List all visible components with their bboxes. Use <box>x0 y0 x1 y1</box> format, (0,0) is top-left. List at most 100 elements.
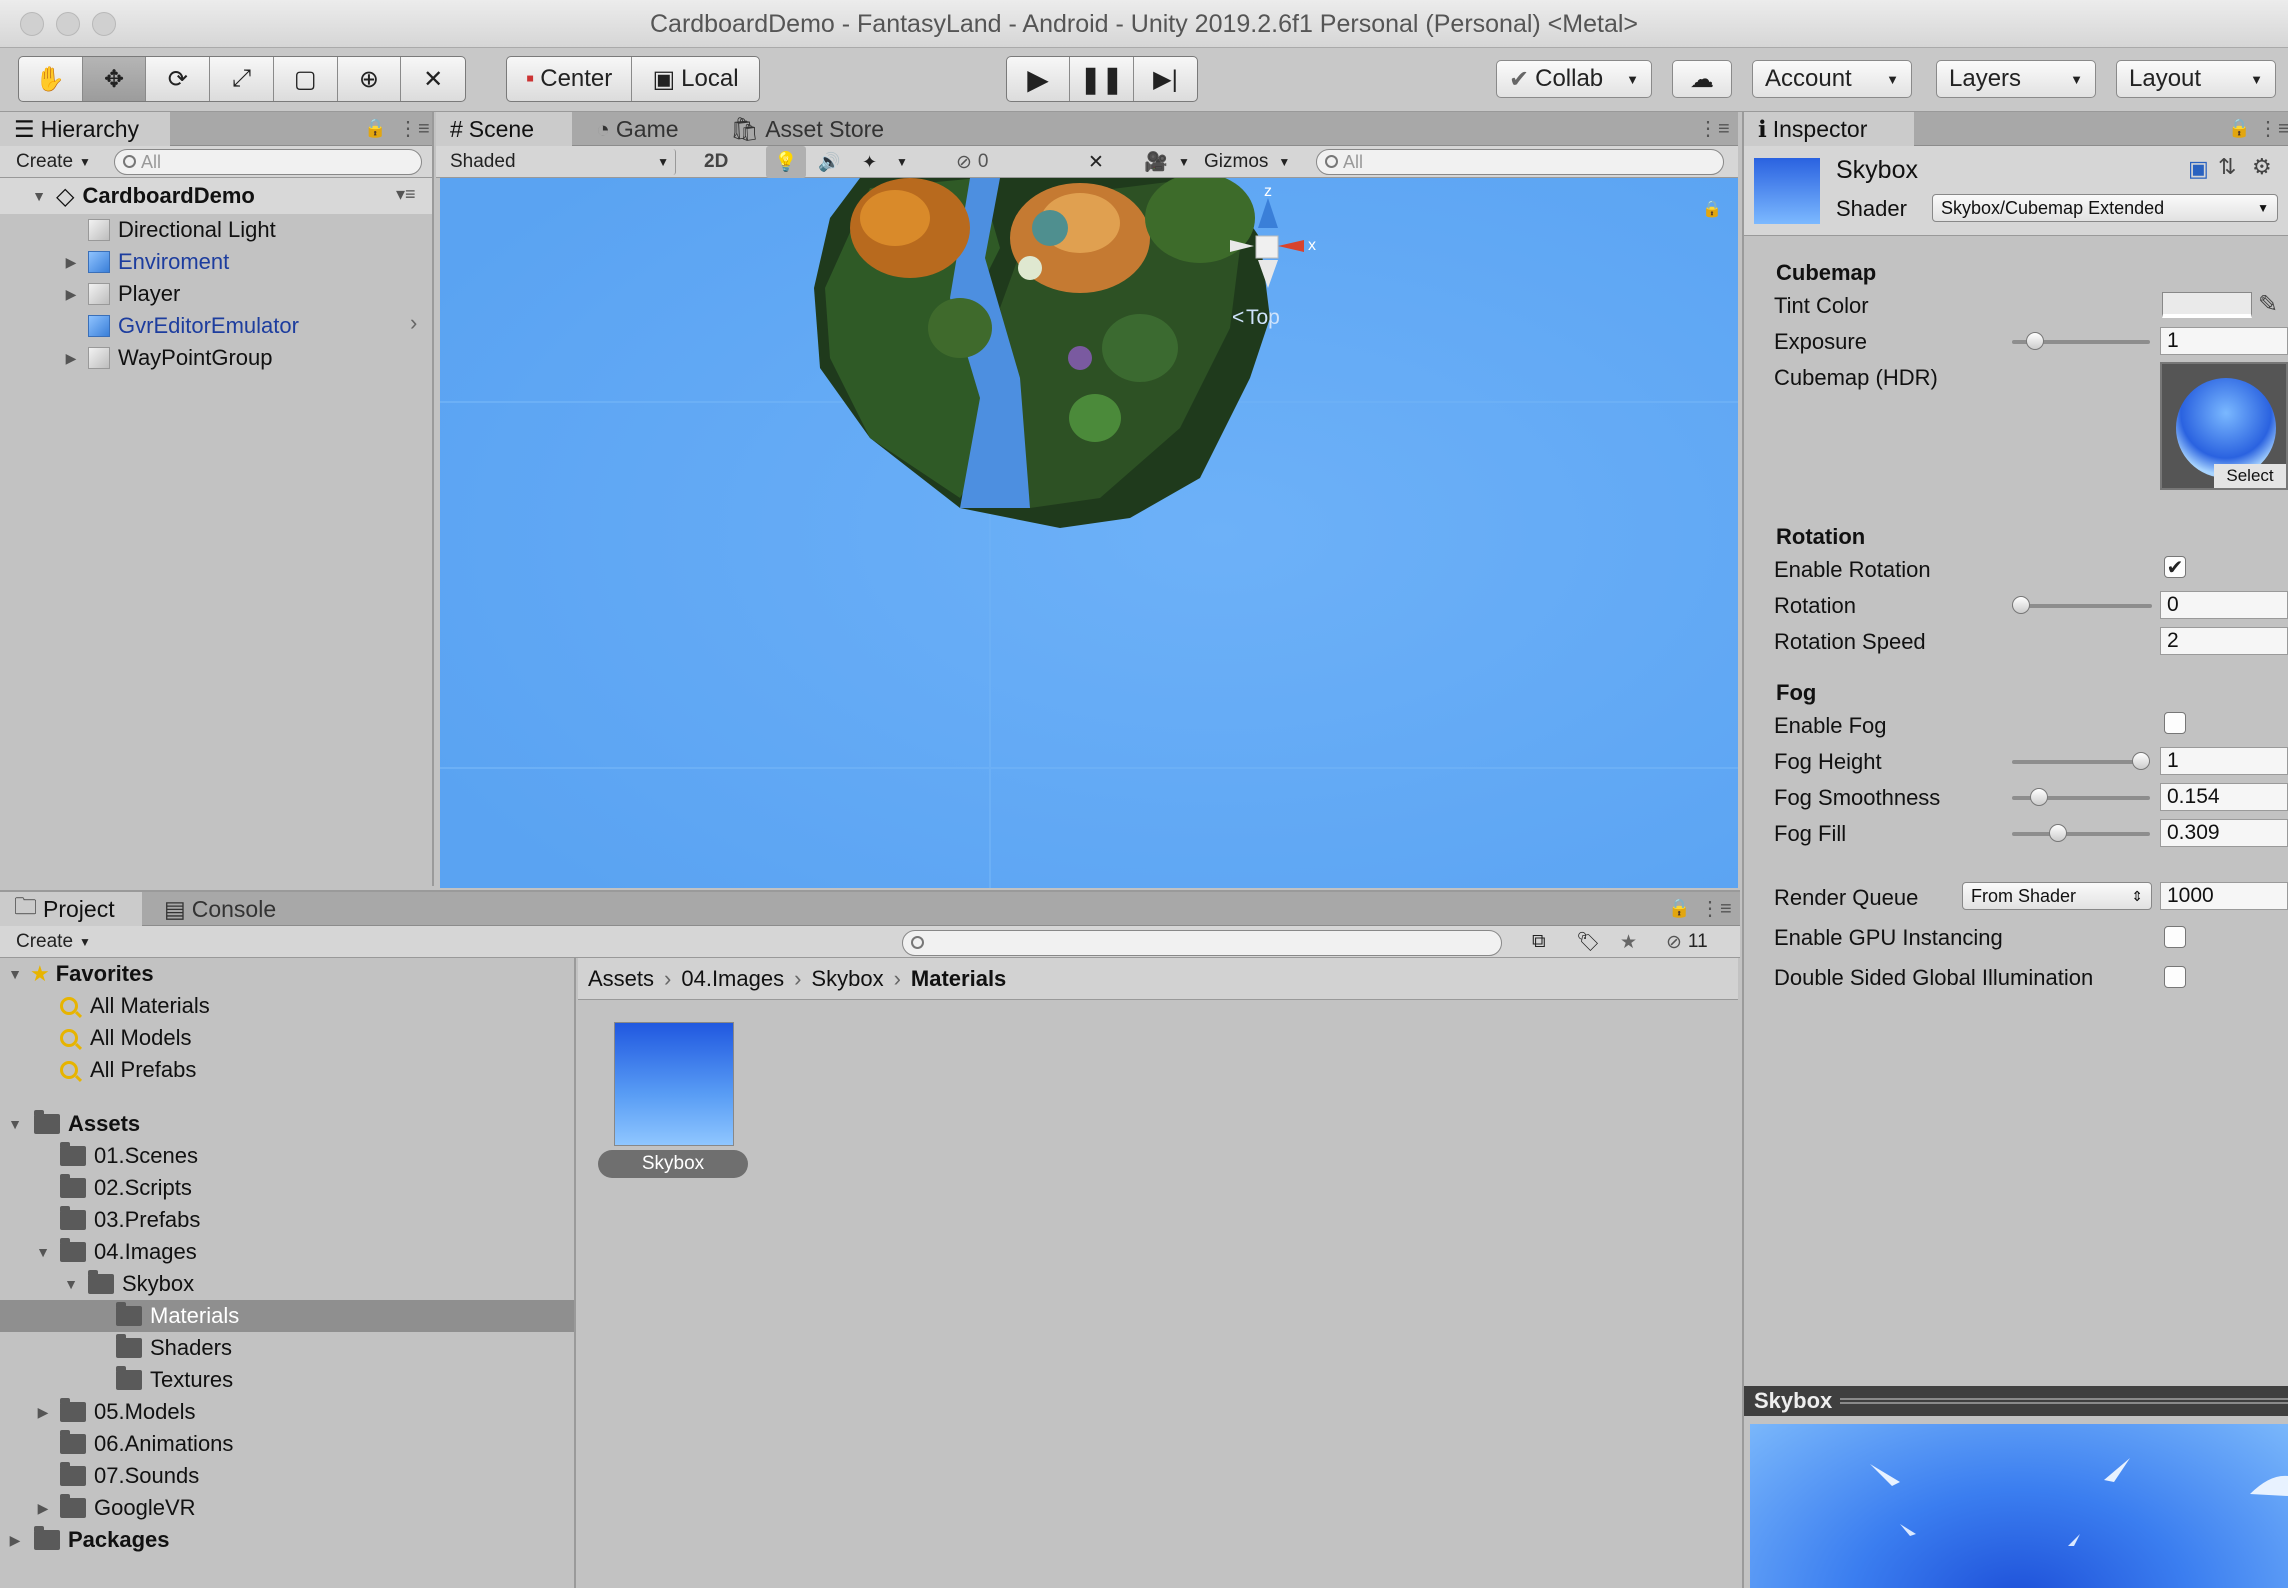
fog-height-field[interactable]: 1 <box>2160 747 2288 775</box>
tree-shaders[interactable]: Shaders <box>116 1332 232 1364</box>
expand-triangle-icon[interactable]: ▼ <box>30 188 48 204</box>
tree-06-animations[interactable]: 06.Animations <box>60 1428 233 1460</box>
breadcrumb-skybox[interactable]: Skybox <box>811 966 883 992</box>
tree-favorites[interactable]: ▼ ★ Favorites <box>6 958 154 990</box>
panel-menu-icon[interactable]: ⋮≡ <box>1700 896 1732 921</box>
hierarchy-search-input[interactable]: All <box>114 149 422 175</box>
hand-tool-icon[interactable]: ✋ <box>19 57 83 101</box>
tree-textures[interactable]: Textures <box>116 1364 233 1396</box>
rotation-field[interactable]: 0 <box>2160 591 2288 619</box>
transform-tool-icon[interactable]: ⊕ <box>338 57 402 101</box>
tab-project[interactable]: 🗀 Project <box>0 892 142 926</box>
panel-menu-icon[interactable]: ⋮≡ <box>398 116 430 141</box>
gpu-instancing-checkbox[interactable] <box>2164 926 2186 948</box>
account-dropdown[interactable]: Account ▼ <box>1752 60 1912 98</box>
render-queue-dropdown[interactable]: From Shader ⇕ <box>1962 882 2152 910</box>
pivot-mode-button[interactable]: ▪ Center <box>507 57 633 101</box>
panel-menu-icon[interactable]: ⋮≡ <box>2258 116 2288 141</box>
tree-all-prefabs[interactable]: All Prefabs <box>60 1054 196 1086</box>
hierarchy-item-gvreditoremulator[interactable]: GvrEditorEmulator <box>88 310 299 342</box>
scene-viewport[interactable]: z x Top < 🔒 <box>440 178 1738 888</box>
filter-by-type-icon[interactable]: ⧉ <box>1526 929 1552 955</box>
tab-asset-store[interactable]: 🛍 Asset Store <box>716 112 898 146</box>
cubemap-slot[interactable]: Select <box>2160 362 2288 490</box>
breadcrumb-materials[interactable]: Materials <box>911 966 1006 992</box>
skybox-preview[interactable] <box>1750 1424 2288 1588</box>
expand-triangle-icon[interactable]: ▶ <box>34 1404 52 1421</box>
scale-tool-icon[interactable]: ⤢ <box>210 57 274 101</box>
step-icon[interactable]: ▶| <box>1134 57 1197 101</box>
layers-dropdown[interactable]: Layers ▼ <box>1936 60 2096 98</box>
hidden-packages-button[interactable]: ⊘ 11 <box>1660 929 1714 955</box>
tree-01-scenes[interactable]: 01.Scenes <box>60 1140 198 1172</box>
expand-triangle-icon[interactable]: ▶ <box>62 254 80 271</box>
lock-icon[interactable]: 🔒 <box>1668 898 1690 919</box>
help-icon[interactable]: ▣ <box>2188 156 2209 182</box>
tree-packages[interactable]: ▶ Packages <box>6 1524 170 1556</box>
expand-triangle-icon[interactable]: ▼ <box>34 1244 52 1260</box>
slider-knob[interactable] <box>2049 824 2068 842</box>
gizmos-dropdown[interactable]: Gizmos ▼ <box>1198 149 1296 175</box>
enable-rotation-checkbox[interactable]: ✔ <box>2164 556 2186 579</box>
fog-fill-field[interactable]: 0.309 <box>2160 819 2288 847</box>
tree-skybox[interactable]: ▼ Skybox <box>62 1268 194 1300</box>
tree-materials-selected[interactable]: Materials <box>0 1300 574 1332</box>
hierarchy-item-enviroment[interactable]: ▶ Enviroment <box>62 246 230 278</box>
hidden-objects-button[interactable]: ⊘ 0 <box>950 149 995 175</box>
fog-fill-slider[interactable] <box>2012 824 2150 842</box>
double-sided-gi-checkbox[interactable] <box>2164 966 2186 988</box>
expand-triangle-icon[interactable]: ▼ <box>62 1276 80 1292</box>
effects-toggle-icon[interactable]: ✦ <box>856 149 883 175</box>
cubemap-select-button[interactable]: Select <box>2214 464 2286 488</box>
tint-color-swatch[interactable] <box>2162 292 2252 318</box>
tab-hierarchy[interactable]: ☰ Hierarchy <box>0 112 170 146</box>
eyedropper-icon[interactable]: ✎ <box>2258 290 2278 319</box>
tree-all-materials[interactable]: All Materials <box>60 990 210 1022</box>
exposure-field[interactable]: 1 <box>2160 327 2288 355</box>
fog-smoothness-field[interactable]: 0.154 <box>2160 783 2288 811</box>
chevron-down-icon[interactable]: ▼ <box>890 149 914 175</box>
expand-triangle-icon[interactable]: ▶ <box>62 350 80 367</box>
hierarchy-item-player[interactable]: ▶ Player <box>62 278 181 310</box>
breadcrumb-assets[interactable]: Assets <box>588 966 654 992</box>
fog-height-slider[interactable] <box>2012 752 2150 770</box>
expand-triangle-icon[interactable]: ▼ <box>6 1116 24 1132</box>
slider-knob[interactable] <box>2012 596 2030 614</box>
slider-knob[interactable] <box>2132 752 2150 770</box>
tree-02-scripts[interactable]: 02.Scripts <box>60 1172 192 1204</box>
panel-menu-icon[interactable]: ⋮≡ <box>1698 116 1730 141</box>
preset-icon[interactable]: ⇅ <box>2218 154 2236 180</box>
lock-icon[interactable]: 🔒 <box>2228 118 2250 139</box>
gear-icon[interactable]: ⚙ <box>2252 154 2272 180</box>
asset-skybox-material[interactable]: Skybox <box>598 1020 750 1180</box>
project-search-input[interactable] <box>902 930 1502 956</box>
scene-header-row[interactable]: ▼ ◇ CardboardDemo ▾≡ <box>0 178 432 214</box>
layout-dropdown[interactable]: Layout ▼ <box>2116 60 2276 98</box>
scene-root[interactable]: ▼ ◇ CardboardDemo <box>30 180 255 212</box>
favorite-star-icon[interactable]: ★ <box>1614 929 1643 955</box>
camera-icon[interactable]: 🎥 <box>1138 149 1174 175</box>
shader-dropdown[interactable]: Skybox/Cubemap Extended ▼ <box>1932 194 2278 222</box>
preview-drag-handle[interactable] <box>1840 1398 2288 1404</box>
play-icon[interactable]: ▶ <box>1007 57 1071 101</box>
tab-console[interactable]: ▤ Console <box>150 892 290 926</box>
hierarchy-item-directional-light[interactable]: Directional Light <box>88 214 276 246</box>
rect-tool-icon[interactable]: ▢ <box>274 57 338 101</box>
hierarchy-create-button[interactable]: Create ▼ <box>10 149 97 175</box>
lighting-toggle-icon[interactable]: 💡 <box>766 146 806 178</box>
project-create-button[interactable]: Create ▼ <box>10 929 97 955</box>
lock-icon[interactable]: 🔒 <box>364 118 386 139</box>
custom-tool-icon[interactable]: ✕ <box>401 57 465 101</box>
viewport-lock-icon[interactable]: 🔒 <box>1702 200 1722 218</box>
hierarchy-item-waypointgroup[interactable]: ▶ WayPointGroup <box>62 342 273 374</box>
tab-scene[interactable]: # Scene <box>436 112 572 146</box>
tree-all-models[interactable]: All Models <box>60 1022 191 1054</box>
tools-icon[interactable]: ✕ <box>1082 149 1110 175</box>
chevron-right-icon[interactable]: › <box>410 310 417 336</box>
breadcrumb-04-images[interactable]: 04.Images <box>681 966 784 992</box>
tree-04-images[interactable]: ▼ 04.Images <box>34 1236 197 1268</box>
audio-toggle-icon[interactable]: 🔊 <box>812 149 846 175</box>
tree-03-prefabs[interactable]: 03.Prefabs <box>60 1204 200 1236</box>
preview-header[interactable]: Skybox <box>1744 1386 2288 1416</box>
enable-fog-checkbox[interactable] <box>2164 712 2186 734</box>
